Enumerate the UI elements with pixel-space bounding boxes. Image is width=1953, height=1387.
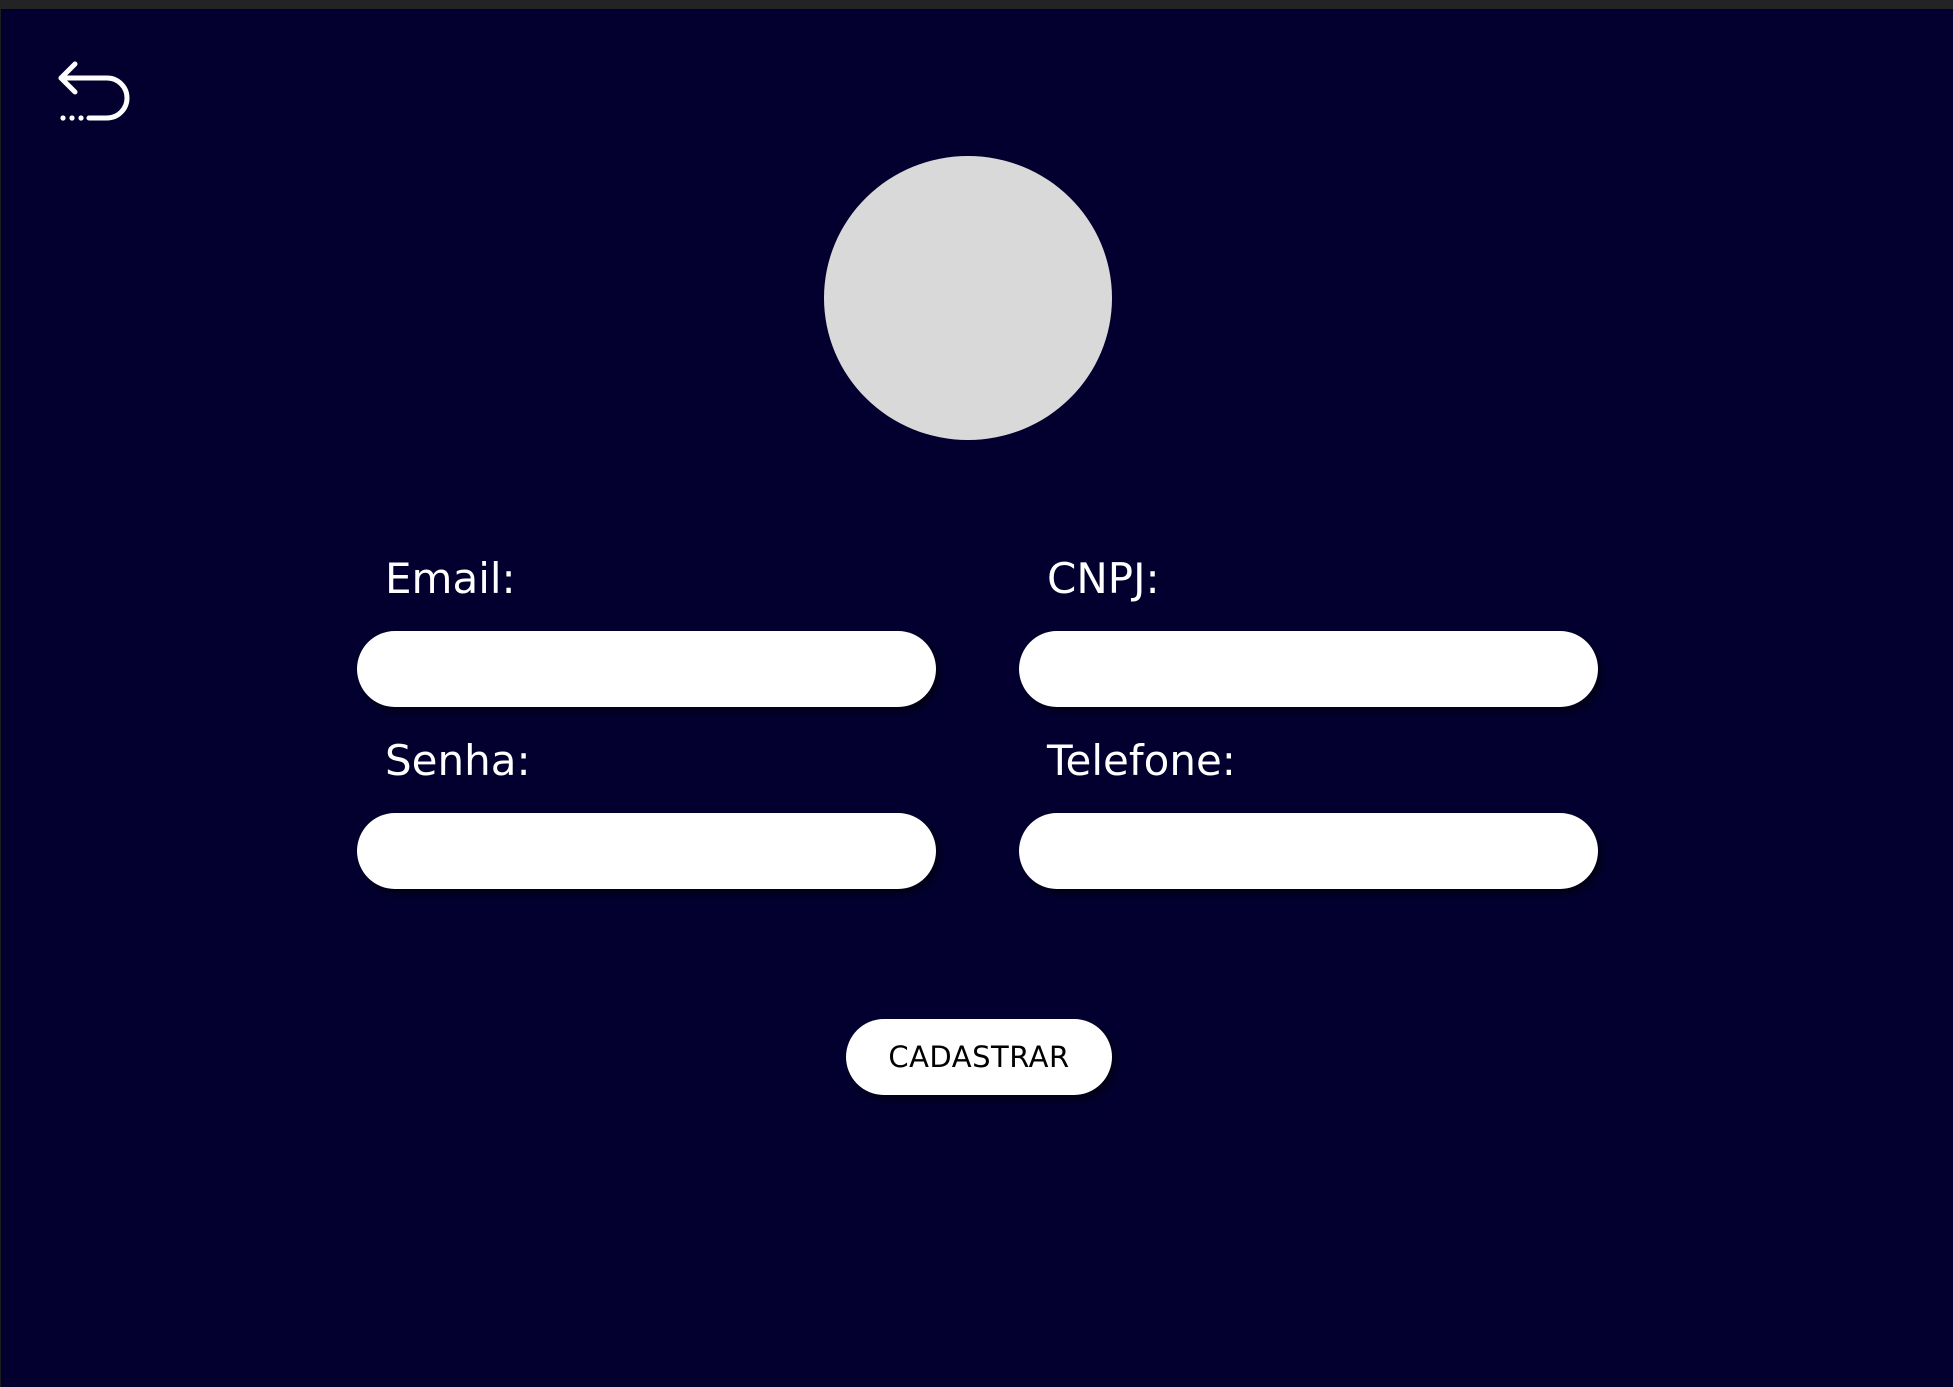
- cnpj-label: CNPJ:: [1047, 554, 1160, 603]
- undo-arrow-icon: [58, 61, 130, 121]
- cnpj-field[interactable]: [1019, 631, 1598, 707]
- email-label: Email:: [385, 554, 516, 603]
- senha-field[interactable]: [357, 813, 936, 889]
- cadastrar-button[interactable]: CADASTRAR: [846, 1019, 1112, 1095]
- window-top-bar: [0, 0, 1953, 9]
- telefone-field[interactable]: [1019, 813, 1598, 889]
- back-button[interactable]: [55, 60, 135, 132]
- telefone-label: Telefone:: [1047, 736, 1236, 785]
- register-screen: Email: CNPJ: Senha: Telefone: CADASTRAR: [1, 9, 1953, 1387]
- avatar[interactable]: [824, 156, 1112, 440]
- email-field[interactable]: [357, 631, 936, 707]
- senha-label: Senha:: [385, 736, 531, 785]
